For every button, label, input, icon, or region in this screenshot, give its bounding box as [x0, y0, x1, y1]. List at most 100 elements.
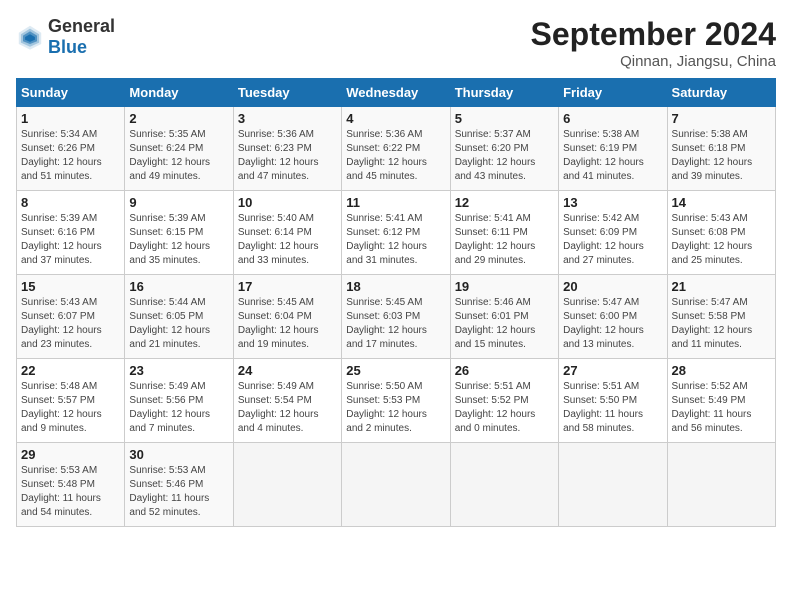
day-number: 14 — [672, 195, 771, 210]
calendar-day-18: 18 Sunrise: 5:45 AM Sunset: 6:03 PM Dayli… — [342, 275, 450, 359]
day-info: Sunrise: 5:36 AM Sunset: 6:23 PM Dayligh… — [238, 128, 337, 184]
calendar-day-5: 5 Sunrise: 5:37 AM Sunset: 6:20 PM Daylig… — [450, 107, 558, 191]
calendar-day-29: 29 Sunrise: 5:53 AM Sunset: 5:48 PM Dayli… — [17, 443, 125, 527]
day-info: Sunrise: 5:38 AM Sunset: 6:19 PM Dayligh… — [563, 128, 662, 184]
day-info: Sunrise: 5:51 AM Sunset: 5:52 PM Dayligh… — [455, 380, 554, 436]
day-number: 10 — [238, 195, 337, 210]
day-info: Sunrise: 5:49 AM Sunset: 5:56 PM Dayligh… — [129, 380, 228, 436]
calendar-header-tuesday: Tuesday — [233, 79, 341, 107]
calendar-day-11: 11 Sunrise: 5:41 AM Sunset: 6:12 PM Dayli… — [342, 191, 450, 275]
calendar-header-saturday: Saturday — [667, 79, 775, 107]
day-number: 19 — [455, 279, 554, 294]
calendar-day-27: 27 Sunrise: 5:51 AM Sunset: 5:50 PM Dayli… — [559, 359, 667, 443]
day-info: Sunrise: 5:44 AM Sunset: 6:05 PM Dayligh… — [129, 296, 228, 352]
logo-icon — [16, 23, 44, 51]
calendar-day-14: 14 Sunrise: 5:43 AM Sunset: 6:08 PM Dayli… — [667, 191, 775, 275]
logo: General Blue — [16, 16, 115, 58]
logo-blue: Blue — [48, 37, 87, 57]
calendar-day-empty — [450, 443, 558, 527]
day-info: Sunrise: 5:36 AM Sunset: 6:22 PM Dayligh… — [346, 128, 445, 184]
calendar-day-22: 22Sunrise: 5:48 AM Sunset: 5:57 PM Dayli… — [17, 359, 125, 443]
day-number: 15 — [21, 279, 120, 294]
day-info: Sunrise: 5:50 AM Sunset: 5:53 PM Dayligh… — [346, 380, 445, 436]
day-number: 29 — [21, 447, 120, 462]
calendar-day-15: 15 Sunrise: 5:43 AM Sunset: 6:07 PM Dayli… — [17, 275, 125, 359]
calendar-day-3: 3 Sunrise: 5:36 AM Sunset: 6:23 PM Daylig… — [233, 107, 341, 191]
day-number: 6 — [563, 111, 662, 126]
calendar-day-4: 4Sunrise: 5:36 AM Sunset: 6:22 PM Daylig… — [342, 107, 450, 191]
day-info: Sunrise: 5:43 AM Sunset: 6:08 PM Dayligh… — [672, 212, 771, 268]
calendar-week-1: 8 Sunrise: 5:39 AM Sunset: 6:16 PM Daylig… — [17, 191, 776, 275]
day-number: 2 — [129, 111, 228, 126]
calendar-day-30: 30 Sunrise: 5:53 AM Sunset: 5:46 PM Dayli… — [125, 443, 233, 527]
day-info: Sunrise: 5:35 AM Sunset: 6:24 PM Dayligh… — [129, 128, 228, 184]
day-number: 17 — [238, 279, 337, 294]
day-number: 21 — [672, 279, 771, 294]
day-info: Sunrise: 5:45 AM Sunset: 6:03 PM Dayligh… — [346, 296, 445, 352]
day-info: Sunrise: 5:46 AM Sunset: 6:01 PM Dayligh… — [455, 296, 554, 352]
day-number: 8 — [21, 195, 120, 210]
calendar-day-9: 9 Sunrise: 5:39 AM Sunset: 6:15 PM Daylig… — [125, 191, 233, 275]
day-info: Sunrise: 5:42 AM Sunset: 6:09 PM Dayligh… — [563, 212, 662, 268]
calendar-week-4: 29 Sunrise: 5:53 AM Sunset: 5:48 PM Dayli… — [17, 443, 776, 527]
day-number: 20 — [563, 279, 662, 294]
calendar-header-sunday: Sunday — [17, 79, 125, 107]
calendar-day-24: 24Sunrise: 5:49 AM Sunset: 5:54 PM Dayli… — [233, 359, 341, 443]
day-number: 12 — [455, 195, 554, 210]
day-info: Sunrise: 5:39 AM Sunset: 6:16 PM Dayligh… — [21, 212, 120, 268]
logo-text: General Blue — [48, 16, 115, 58]
day-info: Sunrise: 5:40 AM Sunset: 6:14 PM Dayligh… — [238, 212, 337, 268]
day-number: 25 — [346, 363, 445, 378]
calendar-day-19: 19 Sunrise: 5:46 AM Sunset: 6:01 PM Dayli… — [450, 275, 558, 359]
day-number: 3 — [238, 111, 337, 126]
day-info: Sunrise: 5:53 AM Sunset: 5:48 PM Dayligh… — [21, 464, 120, 520]
calendar-day-empty — [233, 443, 341, 527]
day-number: 1 — [21, 111, 120, 126]
calendar-day-13: 13 Sunrise: 5:42 AM Sunset: 6:09 PM Dayli… — [559, 191, 667, 275]
calendar-header-monday: Monday — [125, 79, 233, 107]
calendar-day-17: 17Sunrise: 5:45 AM Sunset: 6:04 PM Dayli… — [233, 275, 341, 359]
day-info: Sunrise: 5:47 AM Sunset: 5:58 PM Dayligh… — [672, 296, 771, 352]
calendar-day-20: 20Sunrise: 5:47 AM Sunset: 6:00 PM Dayli… — [559, 275, 667, 359]
day-number: 30 — [129, 447, 228, 462]
calendar-day-2: 2 Sunrise: 5:35 AM Sunset: 6:24 PM Daylig… — [125, 107, 233, 191]
calendar-day-7: 7Sunrise: 5:38 AM Sunset: 6:18 PM Daylig… — [667, 107, 775, 191]
calendar-day-8: 8 Sunrise: 5:39 AM Sunset: 6:16 PM Daylig… — [17, 191, 125, 275]
calendar-day-empty — [559, 443, 667, 527]
calendar-week-0: 1 Sunrise: 5:34 AM Sunset: 6:26 PM Daylig… — [17, 107, 776, 191]
day-info: Sunrise: 5:37 AM Sunset: 6:20 PM Dayligh… — [455, 128, 554, 184]
day-number: 16 — [129, 279, 228, 294]
calendar-day-empty — [667, 443, 775, 527]
day-info: Sunrise: 5:41 AM Sunset: 6:11 PM Dayligh… — [455, 212, 554, 268]
day-number: 18 — [346, 279, 445, 294]
day-number: 28 — [672, 363, 771, 378]
day-info: Sunrise: 5:48 AM Sunset: 5:57 PM Dayligh… — [21, 380, 120, 436]
day-info: Sunrise: 5:41 AM Sunset: 6:12 PM Dayligh… — [346, 212, 445, 268]
location-subtitle: Qinnan, Jiangsu, China — [531, 53, 776, 70]
day-info: Sunrise: 5:51 AM Sunset: 5:50 PM Dayligh… — [563, 380, 662, 436]
calendar-day-10: 10 Sunrise: 5:40 AM Sunset: 6:14 PM Dayli… — [233, 191, 341, 275]
day-info: Sunrise: 5:38 AM Sunset: 6:18 PM Dayligh… — [672, 128, 771, 184]
day-number: 26 — [455, 363, 554, 378]
day-info: Sunrise: 5:34 AM Sunset: 6:26 PM Dayligh… — [21, 128, 120, 184]
day-info: Sunrise: 5:39 AM Sunset: 6:15 PM Dayligh… — [129, 212, 228, 268]
day-number: 13 — [563, 195, 662, 210]
calendar-day-21: 21 Sunrise: 5:47 AM Sunset: 5:58 PM Dayli… — [667, 275, 775, 359]
day-number: 23 — [129, 363, 228, 378]
calendar-week-3: 22Sunrise: 5:48 AM Sunset: 5:57 PM Dayli… — [17, 359, 776, 443]
calendar-week-2: 15 Sunrise: 5:43 AM Sunset: 6:07 PM Dayli… — [17, 275, 776, 359]
calendar-header-thursday: Thursday — [450, 79, 558, 107]
calendar-body: 1 Sunrise: 5:34 AM Sunset: 6:26 PM Daylig… — [17, 107, 776, 527]
calendar-day-1: 1 Sunrise: 5:34 AM Sunset: 6:26 PM Daylig… — [17, 107, 125, 191]
day-info: Sunrise: 5:53 AM Sunset: 5:46 PM Dayligh… — [129, 464, 228, 520]
day-number: 5 — [455, 111, 554, 126]
title-block: September 2024 Qinnan, Jiangsu, China — [531, 16, 776, 70]
day-number: 11 — [346, 195, 445, 210]
calendar-header-row: SundayMondayTuesdayWednesdayThursdayFrid… — [17, 79, 776, 107]
day-info: Sunrise: 5:43 AM Sunset: 6:07 PM Dayligh… — [21, 296, 120, 352]
calendar-day-26: 26 Sunrise: 5:51 AM Sunset: 5:52 PM Dayli… — [450, 359, 558, 443]
calendar-table: SundayMondayTuesdayWednesdayThursdayFrid… — [16, 78, 776, 527]
logo-general: General — [48, 16, 115, 36]
day-number: 9 — [129, 195, 228, 210]
day-number: 27 — [563, 363, 662, 378]
